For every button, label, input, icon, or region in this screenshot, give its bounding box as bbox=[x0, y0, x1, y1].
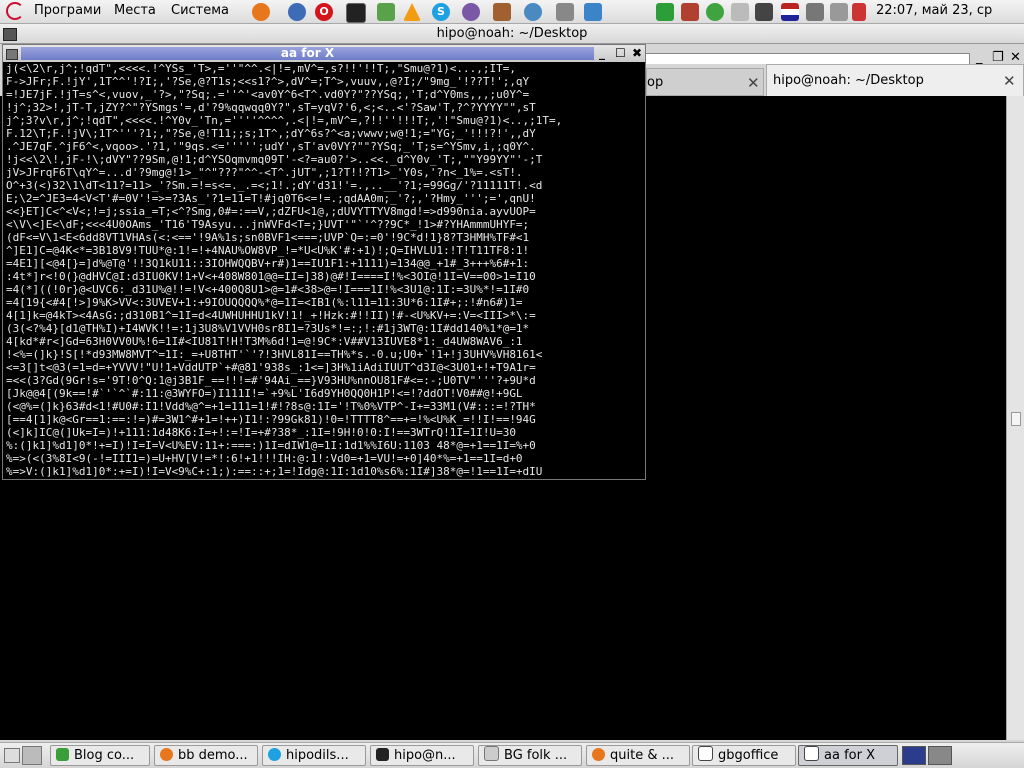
task-skype[interactable]: hipodils... bbox=[262, 745, 366, 766]
aa-titlebar[interactable]: aa for X _ ☐ ✖ bbox=[3, 45, 645, 62]
window-icon bbox=[804, 746, 819, 761]
debian-logo-icon[interactable] bbox=[6, 2, 24, 20]
places-menu[interactable]: Места bbox=[114, 3, 156, 18]
task-label: Blog co... bbox=[74, 748, 135, 763]
terminal-title: hipo@noah: ~/Desktop bbox=[436, 26, 588, 41]
evolution-icon[interactable] bbox=[681, 3, 699, 21]
task-label: bb demo... bbox=[178, 748, 248, 763]
task-label: hipodils... bbox=[286, 748, 349, 763]
task-blog[interactable]: Blog co... bbox=[50, 745, 150, 766]
workspace-switcher-icon[interactable] bbox=[22, 746, 42, 765]
task-bb-demo[interactable]: bb demo... bbox=[154, 745, 258, 766]
task-label: quite & ... bbox=[610, 748, 674, 763]
top-panel: Програми Места Система O S 22:07, май 23… bbox=[0, 0, 1024, 24]
tab-label: hipo@noah: ~/Desktop bbox=[773, 73, 924, 88]
vlc-icon[interactable] bbox=[403, 3, 421, 21]
screenshot-icon[interactable] bbox=[584, 3, 602, 21]
minimize-icon[interactable]: _ bbox=[599, 45, 605, 62]
firefox-icon bbox=[592, 748, 605, 761]
tab-close-icon[interactable]: ✕ bbox=[1003, 72, 1016, 90]
task-gbgoffice[interactable]: gbgoffice bbox=[692, 745, 796, 766]
task-aa-for-x[interactable]: aa for X bbox=[798, 745, 898, 766]
maximize-icon[interactable]: ☐ bbox=[615, 45, 626, 62]
bottom-panel: Blog co... bb demo... hipodils... hipo@n… bbox=[0, 742, 1024, 768]
task-label: gbgoffice bbox=[718, 748, 779, 763]
skype-icon bbox=[268, 748, 281, 761]
tab-label: op bbox=[647, 75, 664, 90]
close-icon[interactable]: ✖ bbox=[632, 45, 642, 62]
ascii-art-output: j(<\2\r,j^;!qdT",<<<<.!^YSs_'T>,=''"^^.<… bbox=[6, 62, 563, 478]
firefox-icon[interactable] bbox=[252, 3, 270, 21]
disk-icon[interactable] bbox=[556, 3, 574, 21]
firefox-icon bbox=[160, 748, 173, 761]
clock[interactable]: 22:07, май 23, ср bbox=[876, 3, 992, 18]
task-terminal[interactable]: hipo@n... bbox=[370, 745, 474, 766]
skype-icon[interactable]: S bbox=[432, 3, 450, 21]
gtk-icon[interactable] bbox=[706, 3, 724, 21]
earth-icon[interactable] bbox=[524, 3, 542, 21]
tab-active[interactable]: hipo@noah: ~/Desktop ✕ bbox=[766, 64, 1024, 96]
scrollbar-thumb[interactable] bbox=[1011, 412, 1021, 426]
workspace-2[interactable] bbox=[928, 746, 952, 765]
flag-icon[interactable] bbox=[781, 3, 799, 21]
applications-menu[interactable]: Програми bbox=[34, 3, 101, 18]
opera-icon[interactable]: O bbox=[315, 3, 333, 21]
network-icon[interactable] bbox=[755, 3, 773, 21]
battery-warning-icon bbox=[852, 3, 866, 21]
dictionary-icon bbox=[698, 746, 713, 761]
battery-icon[interactable] bbox=[830, 3, 848, 21]
thunderbird-icon[interactable] bbox=[288, 3, 306, 21]
task-quite[interactable]: quite & ... bbox=[586, 745, 690, 766]
task-bg-folk[interactable]: BG folk ... bbox=[478, 745, 582, 766]
task-label: aa for X bbox=[824, 748, 875, 763]
tab-close-icon[interactable]: ✕ bbox=[747, 74, 760, 92]
document-icon bbox=[484, 746, 499, 761]
aa-window[interactable]: aa for X _ ☐ ✖ j(<\2\r,j^;!qdT",<<<<.!^Y… bbox=[2, 44, 646, 480]
chat-icon bbox=[56, 748, 69, 761]
task-label: BG folk ... bbox=[504, 748, 568, 763]
terminal-tabbar: op ✕ hipo@noah: ~/Desktop ✕ bbox=[646, 64, 1024, 96]
workspace-1[interactable] bbox=[902, 746, 926, 765]
notes-icon[interactable] bbox=[656, 3, 674, 21]
network-manager-icon[interactable] bbox=[377, 3, 395, 21]
system-menu[interactable]: Система bbox=[171, 3, 229, 18]
window-menu-icon[interactable] bbox=[6, 49, 18, 60]
show-desktop-icon[interactable] bbox=[4, 748, 20, 763]
pidgin-icon[interactable] bbox=[462, 3, 480, 21]
terminal-icon bbox=[376, 748, 389, 761]
task-label: hipo@n... bbox=[394, 748, 456, 763]
terminal-titlebar[interactable]: hipo@noah: ~/Desktop _ ❐ ✕ bbox=[0, 24, 1024, 65]
terminal-icon[interactable] bbox=[346, 3, 366, 23]
terminal-scrollbar[interactable] bbox=[1006, 96, 1024, 740]
archive-icon[interactable] bbox=[493, 3, 511, 21]
tab-previous[interactable]: op ✕ bbox=[646, 68, 764, 96]
bluetooth-icon[interactable] bbox=[731, 3, 749, 21]
aa-title: aa for X bbox=[280, 46, 335, 60]
volume-icon[interactable] bbox=[806, 3, 824, 21]
